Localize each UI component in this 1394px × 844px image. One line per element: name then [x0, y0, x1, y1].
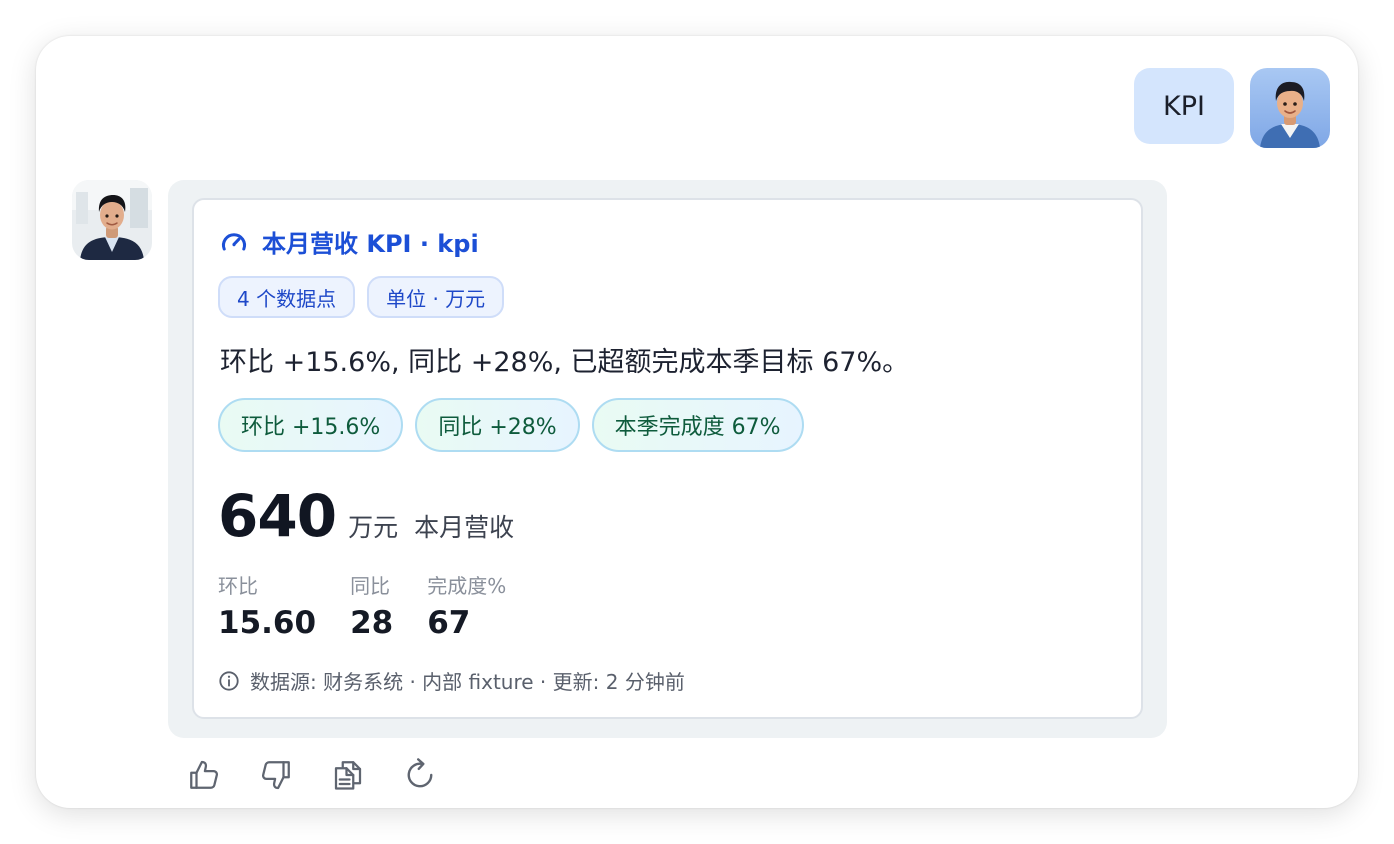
user-message-text: KPI: [1163, 90, 1205, 122]
user-avatar[interactable]: [1250, 68, 1330, 148]
assistant-message: 本月营收 KPI · kpi 4 个数据点 单位 · 万元 环比 +15.6%,…: [168, 180, 1167, 738]
metric-grid: 环比 15.60 同比 28 完成度% 67: [218, 570, 540, 641]
metric-label: 完成度%: [427, 574, 507, 598]
data-points-chip: 4 个数据点: [218, 276, 356, 318]
info-icon: [219, 670, 239, 691]
main-kpi: 640 万元 本月营收: [218, 482, 514, 550]
metric-value: 28: [350, 605, 394, 641]
copy-button[interactable]: [330, 756, 366, 794]
thumbs-down-icon: [261, 761, 290, 790]
user-message-bubble: KPI: [1134, 68, 1234, 144]
metric-completion: 完成度% 67: [427, 570, 506, 641]
unit-chip: 单位 · 万元: [367, 276, 505, 318]
data-source-note: 数据源: 财务系统 · 内部 fixture · 更新: 2 分钟前: [218, 666, 685, 695]
gauge-icon: [222, 232, 246, 251]
message-actions: [186, 756, 438, 794]
metric-mom: 环比 15.60: [218, 570, 316, 641]
yoy-chip: 同比 +28%: [415, 398, 580, 452]
regenerate-icon: [407, 758, 433, 788]
thumbs-up-icon: [190, 760, 219, 789]
stat-chips: 环比 +15.6% 同比 +28% 本季完成度 67%: [218, 398, 804, 452]
meta-chips: 4 个数据点 单位 · 万元: [218, 276, 505, 318]
mom-chip: 环比 +15.6%: [218, 398, 404, 452]
metric-label: 环比: [218, 574, 258, 598]
main-kpi-value: 640: [218, 482, 337, 550]
card-header: 本月营收 KPI · kpi: [220, 224, 479, 259]
data-source-text: 数据源: 财务系统 · 内部 fixture · 更新: 2 分钟前: [250, 670, 685, 694]
copy-icon: [334, 761, 362, 790]
quarter-completion-chip: 本季完成度 67%: [591, 398, 804, 452]
chat-window: KPI 本月营收 KPI · kpi 4 个数据点 单位 · 万元 环比 +15…: [36, 36, 1358, 808]
kpi-card: 本月营收 KPI · kpi 4 个数据点 单位 · 万元 环比 +15.6%,…: [192, 198, 1143, 719]
thumbs-up-button[interactable]: [186, 756, 222, 794]
assistant-avatar[interactable]: [72, 180, 152, 260]
summary-text: 环比 +15.6%, 同比 +28%, 已超额完成本季目标 67%。: [220, 347, 910, 378]
metric-yoy: 同比 28: [350, 570, 393, 641]
thumbs-down-button[interactable]: [258, 756, 294, 794]
main-kpi-unit: 万元: [348, 513, 399, 542]
regenerate-button[interactable]: [402, 756, 438, 794]
main-kpi-label: 本月营收: [414, 513, 515, 542]
metric-value: 67: [427, 605, 471, 641]
card-title: 本月营收 KPI · kpi: [262, 230, 479, 258]
metric-label: 同比: [350, 574, 391, 598]
metric-value: 15.60: [218, 605, 317, 641]
